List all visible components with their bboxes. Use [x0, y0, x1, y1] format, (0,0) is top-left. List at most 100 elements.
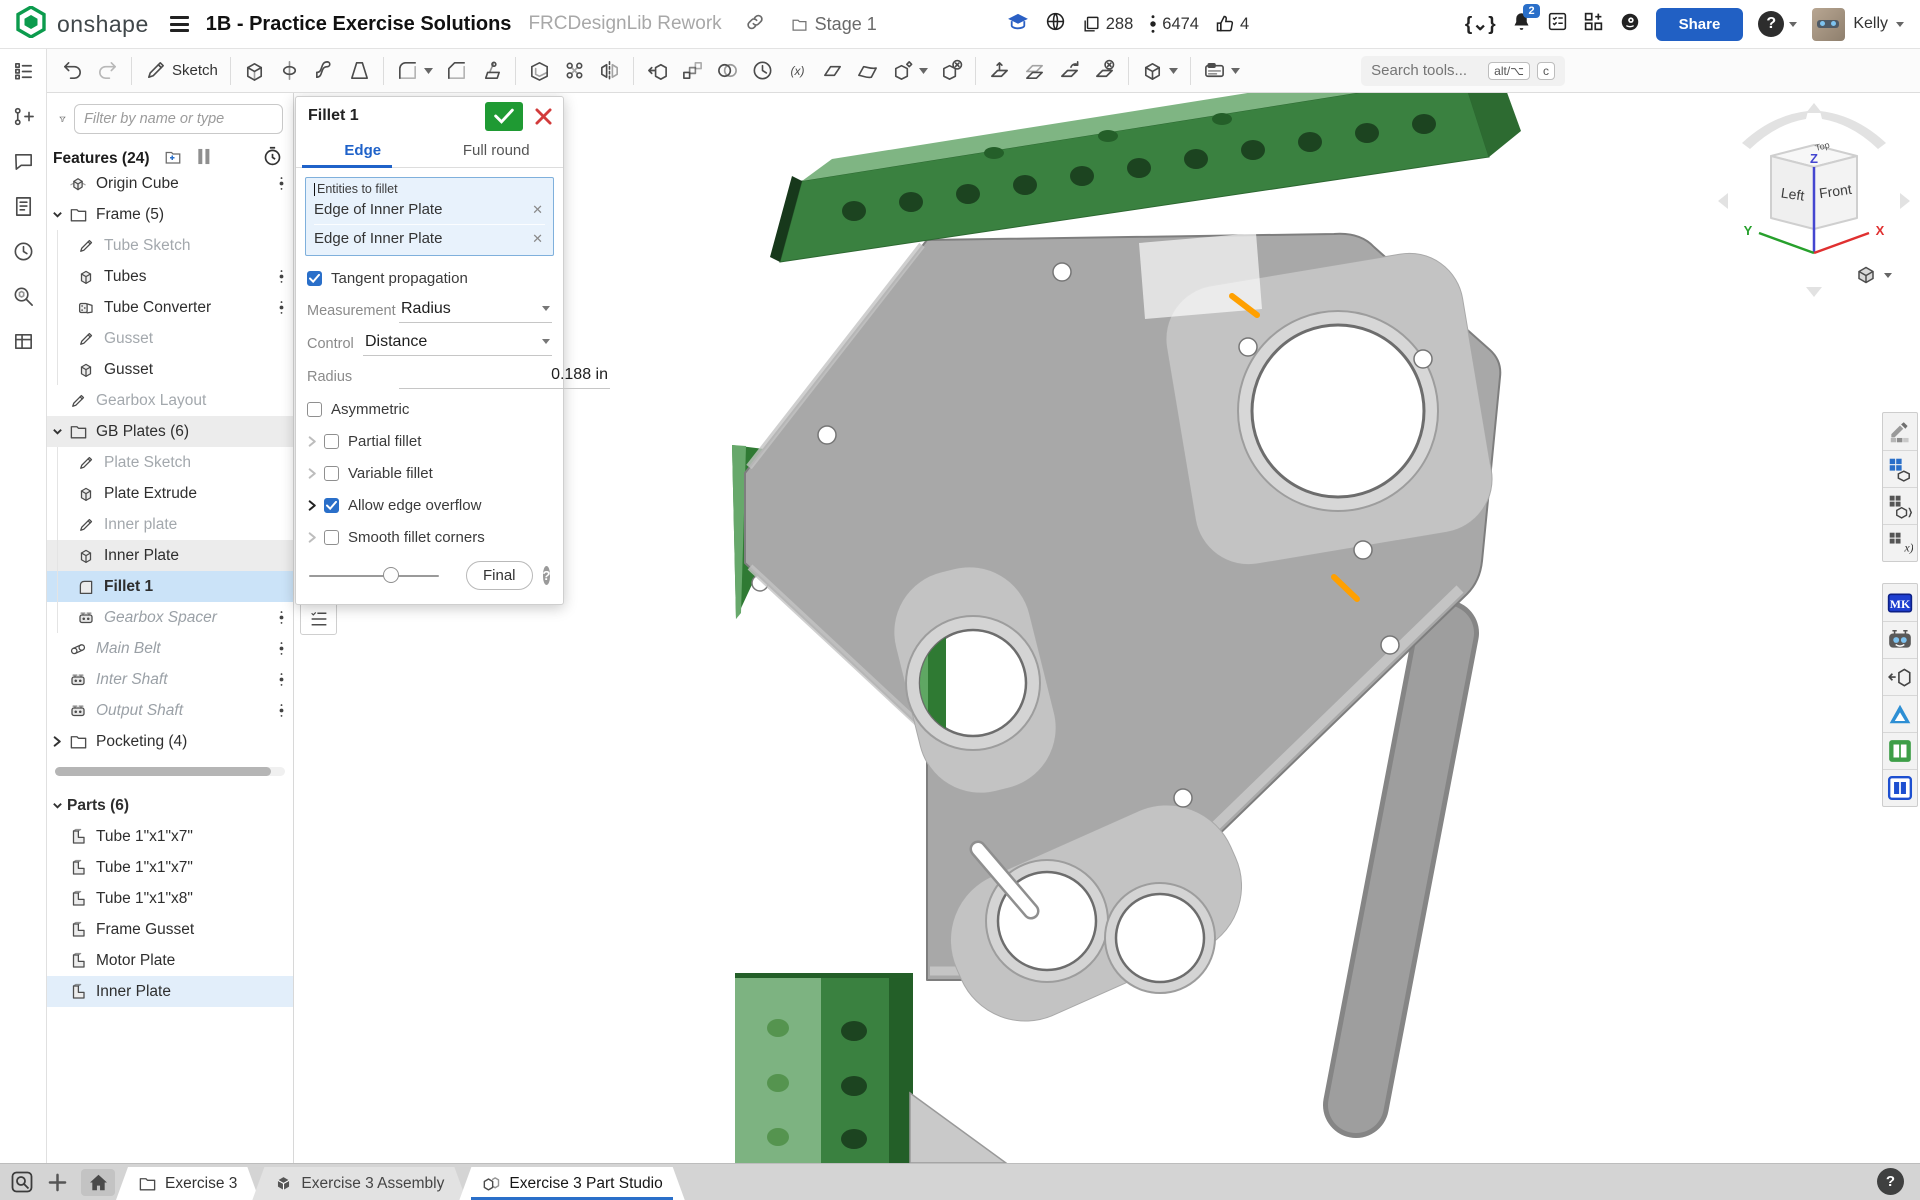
extrude-tool-button[interactable] [237, 54, 272, 87]
draft-tool-button[interactable] [474, 54, 509, 87]
feature-row[interactable]: Pocketing (4) [47, 726, 293, 757]
viewcube-left-label[interactable]: Left [1780, 185, 1805, 204]
helix-tool-button[interactable] [745, 54, 780, 87]
part-row[interactable]: Tube 1"x1"x8" [47, 883, 293, 914]
remove-entity-icon[interactable]: ✕ [530, 202, 545, 218]
home-button[interactable] [81, 1169, 115, 1196]
thicken-tool-button[interactable] [982, 54, 1017, 87]
feature-row[interactable]: Plate Sketch [47, 447, 293, 478]
feature-menu-icon[interactable] [273, 640, 289, 657]
copies-stat[interactable]: 288 [1082, 15, 1134, 34]
part-row[interactable]: Frame Gusset [47, 914, 293, 945]
tangent-propagation-row[interactable]: Tangent propagation [296, 262, 563, 294]
chevron-right-icon[interactable] [307, 468, 324, 479]
notifications-bell-icon[interactable]: 2 [1511, 11, 1532, 38]
search-tabs-button[interactable] [10, 1170, 34, 1194]
control-select[interactable]: Distance [363, 332, 552, 356]
appearance-icon[interactable] [1883, 413, 1917, 450]
frame-gusset-part[interactable] [910, 1093, 1006, 1163]
feature-row[interactable]: Tube Converter [47, 292, 293, 323]
rollback-history-icon[interactable] [262, 146, 283, 172]
cancel-button[interactable] [529, 102, 557, 131]
feature-menu-icon[interactable] [273, 299, 289, 316]
feature-menu-icon[interactable] [273, 268, 289, 285]
pattern-linear-tool-button[interactable] [675, 54, 710, 87]
chevron-right-icon[interactable] [307, 500, 324, 511]
sketch-tool-button[interactable]: Sketch [138, 54, 224, 87]
tab-exercise-3-part-studio[interactable]: Exercise 3 Part Studio [459, 1167, 684, 1200]
user-menu[interactable]: Kelly [1812, 8, 1904, 41]
likes-stat[interactable]: 4 [1215, 14, 1249, 34]
checkbox[interactable] [324, 530, 339, 545]
feature-menu-icon[interactable] [273, 671, 289, 688]
green-tube-bottom[interactable] [735, 973, 913, 1163]
delete-face-tool-button[interactable] [1087, 54, 1122, 87]
create-folder-icon[interactable] [163, 148, 183, 171]
feature-row[interactable]: GB Plates (6) [47, 416, 293, 447]
tasks-icon[interactable] [1547, 11, 1568, 37]
feature-row[interactable]: Gusset [47, 323, 293, 354]
feature-row[interactable]: Gusset [47, 354, 293, 385]
feature-row[interactable]: Frame (5) [47, 199, 293, 230]
chevron-down-icon[interactable] [47, 209, 67, 220]
entity-chip[interactable]: Edge of Inner Plate✕ [314, 224, 545, 253]
checkbox[interactable] [307, 402, 322, 417]
part-row[interactable]: Motor Plate [47, 945, 293, 976]
allow-edge-overflow-row[interactable]: Allow edge overflow [296, 489, 563, 521]
chevron-right-icon[interactable] [307, 436, 324, 447]
slider-knob[interactable] [383, 567, 399, 583]
history-stat[interactable]: 6474 [1149, 14, 1199, 34]
delete-part-tool-button[interactable] [934, 54, 969, 87]
feature-menu-icon[interactable] [273, 609, 289, 626]
shell-tool-button[interactable] [522, 54, 557, 87]
feature-row[interactable]: Main Belt [47, 633, 293, 664]
preview-slider[interactable] [309, 575, 439, 577]
undo-tool-button[interactable] [55, 54, 90, 87]
feature-row[interactable]: Output Shaft [47, 695, 293, 726]
mirror-tool-button[interactable] [592, 54, 627, 87]
bottom-help-button[interactable]: ? [1877, 1168, 1904, 1195]
search-tools[interactable]: alt/⌥ c [1361, 56, 1565, 86]
feature-row[interactable]: Inter Shaft [47, 664, 293, 695]
suppress-pause-icon[interactable] [197, 148, 211, 170]
ai-assistant-icon[interactable] [1619, 11, 1641, 38]
grid-fx-icon[interactable]: x) [1883, 524, 1917, 561]
feature-row[interactable]: Gearbox Spacer [47, 602, 293, 633]
fillet-tool-button[interactable] [390, 54, 439, 87]
feature-row[interactable]: Tubes [47, 261, 293, 292]
grid-cube-icon[interactable] [1883, 450, 1917, 487]
mkcad-icon[interactable]: MK [1883, 584, 1917, 621]
feature-row[interactable]: Plate Extrude [47, 478, 293, 509]
apps-grid-icon[interactable] [1583, 11, 1604, 37]
entities-to-fillet-box[interactable]: Entities to fillet Edge of Inner Plate✕E… [305, 177, 554, 256]
tables-icon[interactable] [9, 327, 38, 359]
robot-icon[interactable] [1883, 621, 1917, 658]
chevron-right-icon[interactable] [47, 736, 67, 747]
radius-input[interactable] [399, 365, 610, 389]
loft-tool-button[interactable] [342, 54, 377, 87]
remove-entity-icon[interactable]: ✕ [530, 231, 545, 247]
workspace-breadcrumb[interactable]: Stage 1 [790, 14, 877, 35]
grid-cube-brace-icon[interactable] [1883, 487, 1917, 524]
part-row[interactable]: Inner Plate [47, 976, 293, 1007]
onshape-logo-icon[interactable] [16, 6, 46, 43]
chamfer-tool-button[interactable] [439, 54, 474, 87]
feature-row[interactable]: Fillet 1 [47, 571, 293, 602]
filter-icon[interactable] [59, 109, 66, 129]
entity-chip[interactable]: Edge of Inner Plate✕ [314, 196, 545, 224]
chevron-down-icon[interactable] [47, 426, 67, 437]
checkbox[interactable] [324, 434, 339, 449]
smooth-fillet-corners-row[interactable]: Smooth fillet corners [296, 521, 563, 553]
parts-header-row[interactable]: Parts (6) [47, 790, 293, 821]
plane-tool-button[interactable] [815, 54, 850, 87]
move-face-tool-button[interactable] [1052, 54, 1087, 87]
confirm-button[interactable] [485, 102, 523, 131]
doc-list-icon[interactable] [9, 57, 38, 89]
feature-row[interactable]: Tube Sketch [47, 230, 293, 261]
book-green-icon[interactable] [1883, 732, 1917, 769]
view-options-button[interactable] [1854, 263, 1892, 287]
help-menu[interactable]: ? [1758, 11, 1797, 37]
filter-input[interactable] [74, 104, 283, 134]
feature-menu-icon[interactable] [273, 175, 289, 192]
feature-menu-icon[interactable] [273, 702, 289, 719]
